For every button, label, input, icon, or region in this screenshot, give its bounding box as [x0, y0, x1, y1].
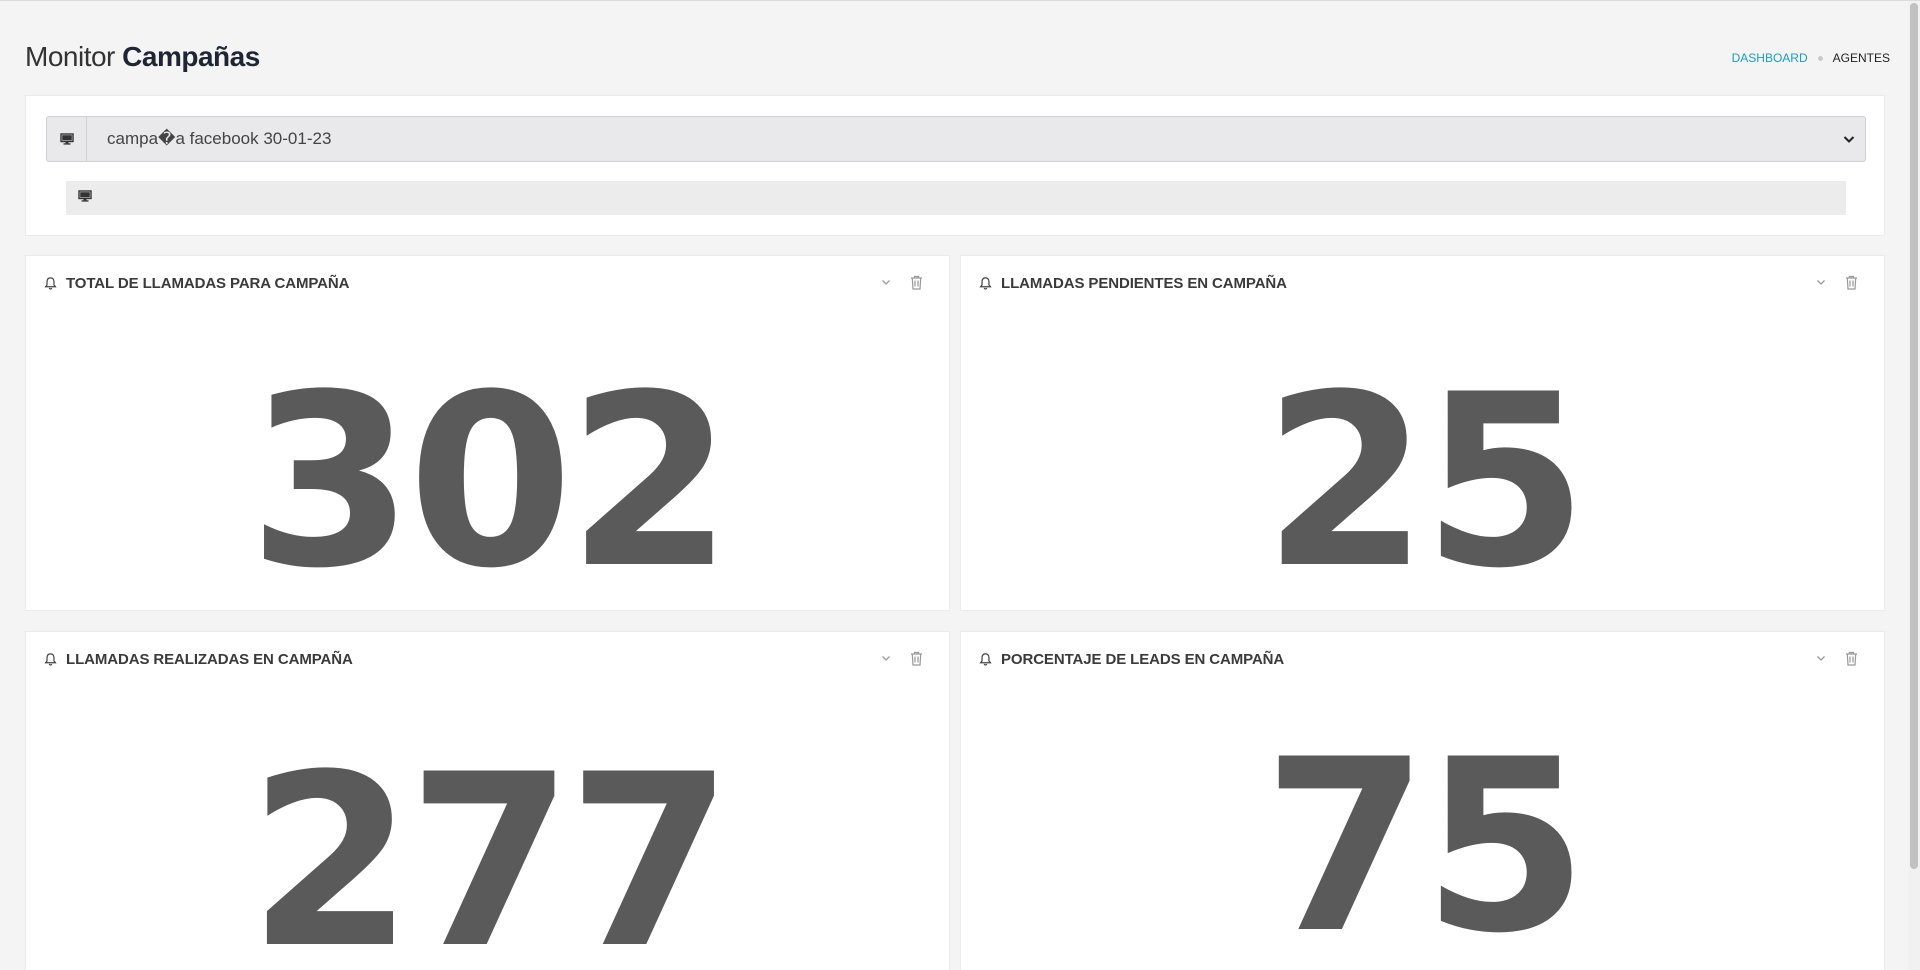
card-llamadas-pendientes: LLAMADAS PENDIENTES EN CAMPAÑA 25 — [960, 255, 1885, 611]
bell-icon — [44, 652, 57, 666]
campaign-select-value: campa�a facebook 30-01-23 — [107, 129, 332, 148]
card-porcentaje-leads: PORCENTAJE DE LEADS EN CAMPAÑA 75 — [960, 631, 1885, 970]
filter-panel: campa�a facebook 30-01-23 — [25, 95, 1885, 236]
card-value: 75 — [1262, 709, 1588, 970]
monitor-icon — [78, 189, 92, 207]
bell-icon — [979, 652, 992, 666]
trash-icon[interactable] — [907, 273, 925, 291]
trash-icon[interactable] — [907, 649, 925, 667]
campaign-select-group: campa�a facebook 30-01-23 — [46, 116, 1866, 162]
card-title: TOTAL DE LLAMADAS PARA CAMPAÑA — [66, 274, 350, 292]
card-header: TOTAL DE LLAMADAS PARA CAMPAÑA — [43, 273, 932, 293]
chevron-down-icon[interactable] — [877, 273, 895, 291]
trash-icon[interactable] — [1842, 273, 1860, 291]
page-title-light: Monitor — [25, 41, 115, 72]
chevron-down-icon — [1843, 136, 1855, 143]
monitor-icon — [46, 116, 86, 162]
scrollbar-thumb[interactable] — [1910, 3, 1918, 869]
chevron-down-icon[interactable] — [877, 649, 895, 667]
card-tools — [877, 273, 925, 291]
card-tools — [1812, 273, 1860, 291]
bell-icon — [979, 276, 992, 290]
chevron-down-icon[interactable] — [1812, 649, 1830, 667]
bell-icon — [44, 276, 57, 290]
secondary-filter-field[interactable] — [66, 181, 1846, 215]
card-header: PORCENTAJE DE LEADS EN CAMPAÑA — [978, 649, 1867, 669]
card-tools — [877, 649, 925, 667]
card-title: LLAMADAS PENDIENTES EN CAMPAÑA — [1001, 274, 1287, 292]
card-total-llamadas: TOTAL DE LLAMADAS PARA CAMPAÑA 302 — [25, 255, 950, 611]
breadcrumb-agentes-link[interactable]: AGENTES — [1833, 51, 1890, 65]
trash-icon[interactable] — [1842, 649, 1860, 667]
page-title: Monitor Campañas — [25, 37, 1890, 77]
page-title-bold: Campañas — [122, 41, 260, 72]
card-title: LLAMADAS REALIZADAS EN CAMPAÑA — [66, 650, 353, 668]
card-value: 277 — [248, 724, 733, 970]
page-scrollbar[interactable] — [1908, 1, 1920, 970]
chevron-down-icon[interactable] — [1812, 273, 1830, 291]
card-value: 25 — [1262, 344, 1588, 611]
card-tools — [1812, 649, 1860, 667]
card-header: LLAMADAS REALIZADAS EN CAMPAÑA — [43, 649, 932, 669]
card-llamadas-realizadas: LLAMADAS REALIZADAS EN CAMPAÑA 277 — [25, 631, 950, 970]
breadcrumb-separator — [1817, 55, 1823, 61]
card-header: LLAMADAS PENDIENTES EN CAMPAÑA — [978, 273, 1867, 293]
page-header: Monitor Campañas DASHBOARD AGENTES — [25, 37, 1890, 77]
breadcrumb-dashboard-link[interactable]: DASHBOARD — [1732, 51, 1808, 65]
campaign-select[interactable]: campa�a facebook 30-01-23 — [86, 116, 1866, 162]
card-title: PORCENTAJE DE LEADS EN CAMPAÑA — [1001, 650, 1285, 668]
card-value: 302 — [248, 344, 733, 611]
breadcrumb: DASHBOARD AGENTES — [1732, 51, 1890, 65]
